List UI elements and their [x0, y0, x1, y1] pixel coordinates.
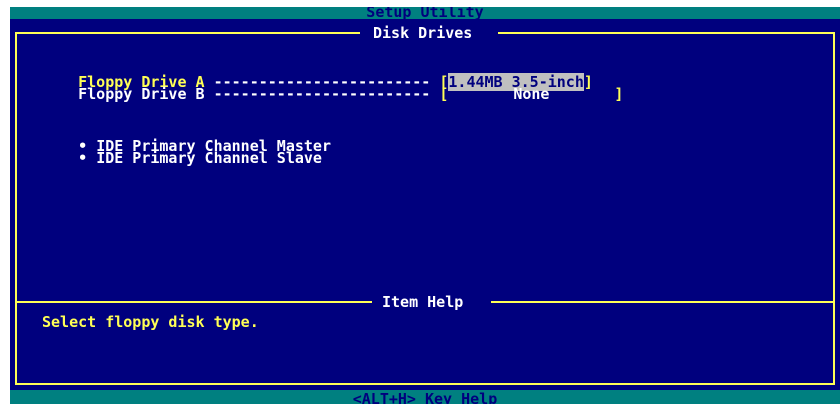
submenu-ide-primary-slave[interactable]: • IDE Primary Channel Slave	[42, 134, 322, 182]
bullet-icon: •	[78, 149, 88, 167]
help-title: Item Help	[374, 294, 472, 310]
setting-label: Floppy Drive B	[78, 85, 205, 103]
panel-frame-top-left	[15, 32, 360, 34]
submenu-label: IDE Primary Channel Slave	[96, 149, 322, 167]
footer-bar: <ALT+H> Key Help	[10, 390, 840, 404]
floppy-b-value[interactable]: None	[448, 86, 614, 102]
setting-row-floppy-b[interactable]: Floppy Drive B ------------------------ …	[42, 70, 623, 118]
panel-frame-bottom	[15, 383, 835, 385]
help-divider-right	[491, 301, 835, 303]
panel-title: Disk Drives	[365, 25, 481, 41]
key-help-hint: <ALT+H> Key Help	[352, 390, 498, 404]
bracket-close: ]	[614, 85, 624, 103]
panel-frame-top-right	[498, 32, 835, 34]
app-title: Setup Utility	[366, 7, 484, 19]
setting-dashes: ------------------------	[213, 85, 431, 103]
help-divider-left	[15, 301, 372, 303]
title-bar: Setup Utility	[10, 7, 840, 19]
bios-screen: Setup Utility Disk Drives Floppy Drive A…	[10, 7, 840, 404]
panel-frame-right	[833, 32, 835, 385]
bracket-open: [	[439, 85, 449, 103]
help-text: Select floppy disk type.	[42, 313, 259, 331]
panel-frame-left	[15, 32, 17, 385]
